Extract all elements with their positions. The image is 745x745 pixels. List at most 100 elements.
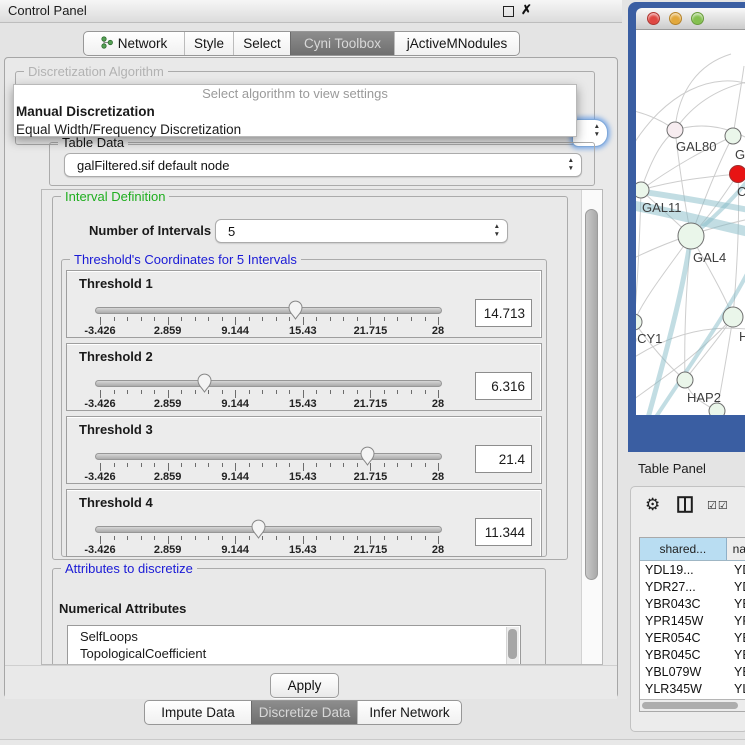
- tick-mark: [316, 390, 317, 394]
- tab-style[interactable]: Style: [184, 32, 233, 55]
- network-node[interactable]: [636, 314, 642, 330]
- tick-mark: [127, 463, 128, 467]
- column-layout-icon[interactable]: [677, 496, 693, 516]
- table-cell[interactable]: YLR3: [728, 680, 745, 697]
- threshold-slider-track[interactable]: [95, 453, 442, 460]
- tick-mark: [343, 536, 344, 540]
- threshold-value-field[interactable]: 14.713: [475, 299, 532, 327]
- table-cell[interactable]: YBL0: [728, 663, 745, 680]
- tab-label: Impute Data: [161, 705, 235, 720]
- table-cell[interactable]: YPR145W: [640, 612, 728, 629]
- attributes-scrollbar-thumb[interactable]: [508, 629, 517, 659]
- algorithm-option[interactable]: Equal Width/Frequency Discretization: [14, 120, 576, 138]
- threshold-value-field[interactable]: 11.344: [475, 518, 532, 546]
- tick-mark: [411, 463, 412, 467]
- close-traffic-light[interactable]: [647, 12, 660, 25]
- tick-mark: [343, 463, 344, 467]
- tick-label: 9.144: [210, 471, 260, 483]
- tick-label: 21.715: [345, 544, 395, 556]
- table-cell[interactable]: YDL19...: [640, 561, 728, 578]
- network-node[interactable]: [723, 307, 743, 327]
- zoom-traffic-light[interactable]: [691, 12, 704, 25]
- threshold-value-field[interactable]: 6.316: [475, 372, 532, 400]
- table-row[interactable]: YDL19...YDL1: [640, 561, 745, 578]
- table-cell[interactable]: YBR045C: [640, 646, 728, 663]
- panel-vertical-scrollbar[interactable]: [581, 190, 603, 664]
- table-cell[interactable]: YBR0: [728, 646, 745, 663]
- apply-button[interactable]: Apply: [270, 673, 339, 698]
- table-row[interactable]: YBR043CYBR0: [640, 595, 745, 612]
- tab-infer-network[interactable]: Infer Network: [357, 701, 461, 724]
- attributes-list-scrollbar[interactable]: [506, 627, 519, 665]
- table-cell[interactable]: YER054C: [640, 629, 728, 646]
- threshold-slider-track[interactable]: [95, 307, 442, 314]
- tab-network[interactable]: Network: [84, 32, 184, 55]
- tab-cyni-toolbox[interactable]: Cyni Toolbox: [290, 32, 394, 55]
- tick-mark: [425, 536, 426, 540]
- table-data-combobox[interactable]: galFiltered.sif default node ▲▼: [64, 153, 582, 177]
- tick-label: 28: [413, 544, 463, 556]
- select-columns-icon[interactable]: ☑☑: [707, 499, 729, 512]
- table-cell[interactable]: YDR27...: [640, 578, 728, 595]
- tick-label: 28: [413, 325, 463, 337]
- threshold-value-field[interactable]: 21.4: [475, 445, 532, 473]
- table-cell[interactable]: YBR0: [728, 595, 745, 612]
- algorithm-option[interactable]: Manual Discretization: [14, 102, 576, 120]
- numerical-attributes-list[interactable]: SelfLoopsTopologicalCoefficientBetweenne…: [67, 625, 521, 665]
- table-row[interactable]: YDR27...YDR2: [640, 578, 745, 595]
- tick-label: 2.859: [143, 544, 193, 556]
- network-node[interactable]: [636, 182, 649, 198]
- tab-select[interactable]: Select: [233, 32, 290, 55]
- table-row[interactable]: YLR345WYLR3: [640, 680, 745, 697]
- tick-mark: [141, 536, 142, 540]
- network-canvas[interactable]: GAL80G.CGAL11GAL4GCY1HHAP2: [636, 30, 745, 415]
- number-of-intervals-combobox[interactable]: 5 ▲▼: [215, 219, 508, 243]
- table-horizontal-scrollbar[interactable]: [640, 699, 745, 711]
- tick-mark: [235, 536, 236, 544]
- panel-scrollbar-thumb[interactable]: [585, 209, 598, 580]
- algorithm-placeholder-option[interactable]: Select algorithm to view settings: [14, 85, 576, 102]
- table-cell[interactable]: YDL1: [728, 561, 745, 578]
- threshold-slider-track[interactable]: [95, 526, 442, 533]
- tick-mark: [235, 317, 236, 325]
- network-node[interactable]: [677, 372, 693, 388]
- table-scrollbar-thumb[interactable]: [642, 702, 738, 709]
- tick-mark: [208, 536, 209, 540]
- close-panel-icon[interactable]: ✗: [521, 2, 532, 18]
- column-header[interactable]: na: [727, 538, 745, 560]
- table-cell[interactable]: YER0: [728, 629, 745, 646]
- table-cell[interactable]: YBL079W: [640, 663, 728, 680]
- node-label: G.: [735, 147, 745, 162]
- table-cell[interactable]: YPR1: [728, 612, 745, 629]
- network-edge: [691, 236, 733, 317]
- tab-impute-data[interactable]: Impute Data: [145, 701, 251, 724]
- slider-thumb[interactable]: [196, 372, 213, 393]
- table-row[interactable]: YBL079WYBL0: [640, 663, 745, 680]
- table-row[interactable]: YER054CYER0: [640, 629, 745, 646]
- network-node[interactable]: [667, 122, 683, 138]
- network-node[interactable]: [725, 128, 741, 144]
- slider-thumb[interactable]: [287, 299, 304, 320]
- apply-bar: Apply: [5, 665, 617, 699]
- slider-thumb[interactable]: [359, 445, 376, 466]
- network-node[interactable]: [730, 166, 745, 183]
- threshold-slider-track[interactable]: [95, 380, 442, 387]
- network-node[interactable]: [709, 403, 725, 415]
- tab-discretize-data[interactable]: Discretize Data: [251, 701, 357, 724]
- numerical-attribute-item[interactable]: SelfLoops: [68, 629, 520, 646]
- table-row[interactable]: YBR045CYBR0: [640, 646, 745, 663]
- tab-jactivemnodules[interactable]: jActiveMNodules: [394, 32, 519, 55]
- numerical-attribute-item[interactable]: TopologicalCoefficient: [68, 646, 520, 663]
- minimize-traffic-light[interactable]: [669, 12, 682, 25]
- tick-mark: [397, 317, 398, 321]
- float-panel-icon[interactable]: [503, 6, 514, 17]
- table-cell[interactable]: YDR2: [728, 578, 745, 595]
- tick-mark: [384, 317, 385, 321]
- table-cell[interactable]: YLR345W: [640, 680, 728, 697]
- column-header[interactable]: shared...: [640, 538, 727, 560]
- slider-thumb[interactable]: [250, 518, 267, 539]
- table-cell[interactable]: YBR043C: [640, 595, 728, 612]
- table-row[interactable]: YPR145WYPR1: [640, 612, 745, 629]
- gear-icon[interactable]: ⚙: [645, 495, 660, 515]
- network-node[interactable]: [678, 223, 704, 249]
